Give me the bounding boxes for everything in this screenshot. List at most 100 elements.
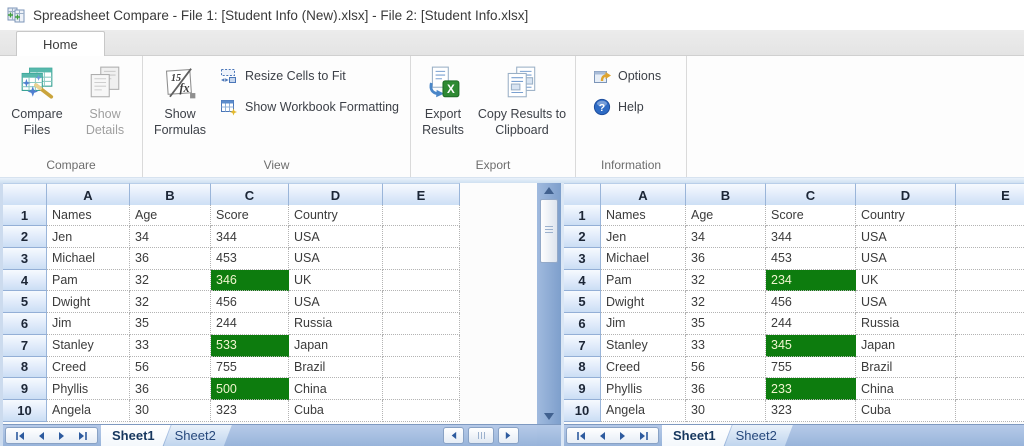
prev-sheet-icon[interactable] bbox=[597, 431, 607, 441]
hscroll-thumb[interactable] bbox=[468, 427, 494, 444]
cell-C9[interactable]: 500 bbox=[211, 378, 289, 400]
cell-E10[interactable] bbox=[956, 400, 1024, 422]
row-header-5[interactable]: 5 bbox=[564, 291, 601, 313]
scroll-down-icon[interactable] bbox=[544, 413, 554, 420]
cell-D6[interactable]: Russia bbox=[856, 313, 956, 335]
cell-D5[interactable]: USA bbox=[289, 291, 383, 313]
cell-A6[interactable]: Jim bbox=[47, 313, 130, 335]
cell-D10[interactable]: Cuba bbox=[289, 400, 383, 422]
hscroll-right-button[interactable] bbox=[498, 427, 519, 444]
sheet-tab-sheet1[interactable]: Sheet1 bbox=[101, 425, 171, 446]
column-header-D[interactable]: D bbox=[289, 183, 383, 207]
column-header-D[interactable]: D bbox=[856, 183, 956, 207]
cell-C9[interactable]: 233 bbox=[766, 378, 856, 400]
help-button[interactable]: ? Help bbox=[593, 98, 661, 116]
cell-A9[interactable]: Phyllis bbox=[601, 378, 686, 400]
cell-B1[interactable]: Age bbox=[686, 205, 766, 227]
cell-E9[interactable] bbox=[383, 378, 460, 400]
cell-A9[interactable]: Phyllis bbox=[47, 378, 130, 400]
cell-B10[interactable]: 30 bbox=[686, 400, 766, 422]
cell-E10[interactable] bbox=[383, 400, 460, 422]
cell-D8[interactable]: Brazil bbox=[856, 357, 956, 379]
next-sheet-icon[interactable] bbox=[57, 431, 67, 441]
cell-B7[interactable]: 33 bbox=[130, 335, 211, 357]
cell-C5[interactable]: 456 bbox=[766, 291, 856, 313]
cell-A5[interactable]: Dwight bbox=[601, 291, 686, 313]
vertical-scrollbar[interactable] bbox=[537, 183, 561, 424]
row-header-9[interactable]: 9 bbox=[564, 378, 601, 400]
cell-E2[interactable] bbox=[956, 226, 1024, 248]
cell-D3[interactable]: USA bbox=[856, 248, 956, 270]
row-header-7[interactable]: 7 bbox=[564, 335, 601, 357]
cell-A10[interactable]: Angela bbox=[601, 400, 686, 422]
cell-E3[interactable] bbox=[383, 248, 460, 270]
first-sheet-icon[interactable] bbox=[15, 431, 25, 441]
sheet-tab-sheet2[interactable]: Sheet2 bbox=[164, 425, 232, 446]
compare-files-button[interactable]: Compare Files bbox=[3, 61, 71, 139]
cell-B8[interactable]: 56 bbox=[130, 357, 211, 379]
next-sheet-icon[interactable] bbox=[618, 431, 628, 441]
cell-C2[interactable]: 344 bbox=[766, 226, 856, 248]
vscroll-thumb[interactable] bbox=[540, 199, 558, 263]
cell-C6[interactable]: 244 bbox=[766, 313, 856, 335]
column-header-A[interactable]: A bbox=[601, 183, 686, 207]
row-header-8[interactable]: 8 bbox=[564, 357, 601, 379]
cell-C10[interactable]: 323 bbox=[211, 400, 289, 422]
cell-C10[interactable]: 323 bbox=[766, 400, 856, 422]
cell-A5[interactable]: Dwight bbox=[47, 291, 130, 313]
cell-E3[interactable] bbox=[956, 248, 1024, 270]
cell-A2[interactable]: Jen bbox=[47, 226, 130, 248]
export-results-button[interactable]: X Export Results bbox=[414, 61, 472, 139]
cell-B9[interactable]: 36 bbox=[686, 378, 766, 400]
row-header-2[interactable]: 2 bbox=[564, 226, 601, 248]
cell-A2[interactable]: Jen bbox=[601, 226, 686, 248]
cell-D1[interactable]: Country bbox=[289, 205, 383, 227]
cell-C8[interactable]: 755 bbox=[211, 357, 289, 379]
last-sheet-icon[interactable] bbox=[639, 431, 649, 441]
cell-B8[interactable]: 56 bbox=[686, 357, 766, 379]
cell-A8[interactable]: Creed bbox=[47, 357, 130, 379]
cell-E6[interactable] bbox=[383, 313, 460, 335]
row-header-1[interactable]: 1 bbox=[564, 205, 601, 227]
cell-A7[interactable]: Stanley bbox=[47, 335, 130, 357]
row-header-7[interactable]: 7 bbox=[3, 335, 47, 357]
row-header-10[interactable]: 10 bbox=[3, 400, 47, 422]
cell-C1[interactable]: Score bbox=[211, 205, 289, 227]
row-header-3[interactable]: 3 bbox=[564, 248, 601, 270]
row-header-9[interactable]: 9 bbox=[3, 378, 47, 400]
row-header-2[interactable]: 2 bbox=[3, 226, 47, 248]
cell-A1[interactable]: Names bbox=[601, 205, 686, 227]
prev-sheet-icon[interactable] bbox=[36, 431, 46, 441]
copy-results-button[interactable]: Copy Results to Clipboard bbox=[472, 61, 572, 139]
select-all-corner[interactable] bbox=[564, 183, 601, 207]
cell-D5[interactable]: USA bbox=[856, 291, 956, 313]
row-header-6[interactable]: 6 bbox=[564, 313, 601, 335]
cell-E5[interactable] bbox=[383, 291, 460, 313]
cell-C3[interactable]: 453 bbox=[211, 248, 289, 270]
cell-E4[interactable] bbox=[383, 270, 460, 292]
column-header-B[interactable]: B bbox=[130, 183, 211, 207]
first-sheet-icon[interactable] bbox=[576, 431, 586, 441]
cell-D10[interactable]: Cuba bbox=[856, 400, 956, 422]
cell-D4[interactable]: UK bbox=[289, 270, 383, 292]
cell-B2[interactable]: 34 bbox=[130, 226, 211, 248]
show-formulas-button[interactable]: 15 fx Show Formulas bbox=[146, 61, 214, 139]
cell-B1[interactable]: Age bbox=[130, 205, 211, 227]
tab-home[interactable]: Home bbox=[16, 31, 105, 56]
cell-B4[interactable]: 32 bbox=[686, 270, 766, 292]
cell-C8[interactable]: 755 bbox=[766, 357, 856, 379]
row-header-3[interactable]: 3 bbox=[3, 248, 47, 270]
cell-D9[interactable]: China bbox=[289, 378, 383, 400]
column-header-B[interactable]: B bbox=[686, 183, 766, 207]
cell-B3[interactable]: 36 bbox=[686, 248, 766, 270]
column-header-C[interactable]: C bbox=[766, 183, 856, 207]
cell-A1[interactable]: Names bbox=[47, 205, 130, 227]
cell-C2[interactable]: 344 bbox=[211, 226, 289, 248]
cell-A4[interactable]: Pam bbox=[601, 270, 686, 292]
cell-D4[interactable]: UK bbox=[856, 270, 956, 292]
sheet-tab-sheet2[interactable]: Sheet2 bbox=[725, 425, 793, 446]
cell-B5[interactable]: 32 bbox=[686, 291, 766, 313]
cell-C7[interactable]: 533 bbox=[211, 335, 289, 357]
workbook-formatting-button[interactable]: Show Workbook Formatting bbox=[220, 98, 399, 116]
cell-B4[interactable]: 32 bbox=[130, 270, 211, 292]
